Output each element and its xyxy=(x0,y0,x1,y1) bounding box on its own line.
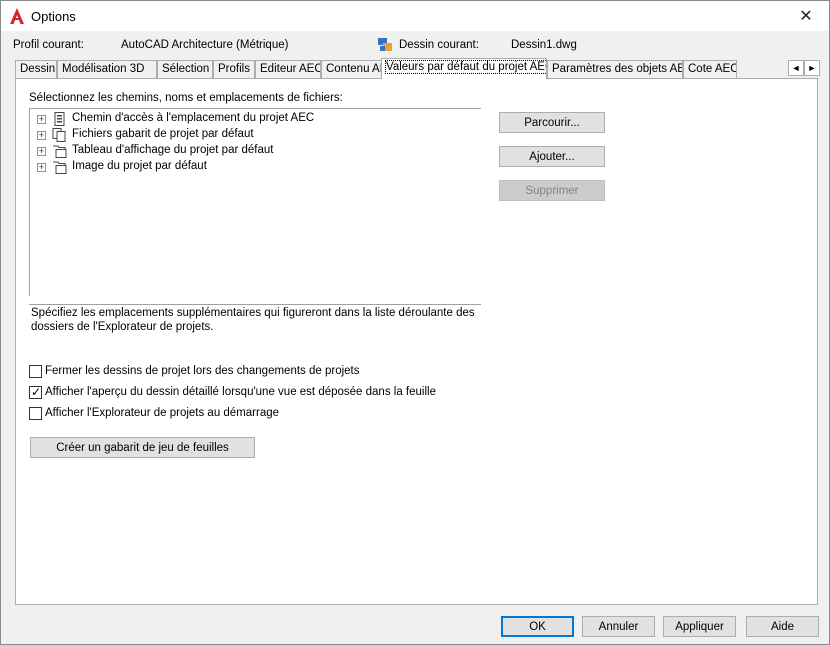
checkbox-box[interactable]: ✓ xyxy=(29,386,42,399)
tree-item-label: Fichiers gabarit de projet par défaut xyxy=(72,128,254,140)
tab-cote-aec[interactable]: Cote AEC xyxy=(683,60,737,78)
window-title: Options xyxy=(31,9,76,24)
tab-label: Sélection xyxy=(162,63,210,75)
tab-scroll-left-button[interactable]: ◄ xyxy=(788,60,804,76)
close-button[interactable]: ✕ xyxy=(783,1,829,31)
checkbox-show-detail-preview[interactable]: ✓ Afficher l'aperçu du dessin détaillé l… xyxy=(29,385,436,401)
tab-label: Paramètres des objets AEC xyxy=(552,63,683,75)
browse-button[interactable]: Parcourir... xyxy=(499,112,605,133)
apply-button[interactable]: Appliquer xyxy=(663,616,736,637)
tab-label: Dessin xyxy=(20,63,56,75)
tab-valeurs-projet-aec[interactable]: Valeurs par défaut du projet AEC xyxy=(381,58,547,79)
add-button[interactable]: Ajouter... xyxy=(499,146,605,167)
expand-icon[interactable]: + xyxy=(37,115,46,124)
tab-profils[interactable]: Profils xyxy=(213,60,255,78)
drawing-value: Dessin1.dwg xyxy=(511,39,577,51)
tree-item-label: Image du projet par défaut xyxy=(72,160,207,172)
checkbox-label: Afficher l'Explorateur de projets au dém… xyxy=(45,407,280,419)
tree-item-label: Tableau d'affichage du projet par défaut xyxy=(72,144,274,156)
tree-item-project-image[interactable]: + Image du projet par défaut xyxy=(30,159,480,175)
tab-label: Profils xyxy=(218,63,250,75)
expand-icon[interactable]: + xyxy=(37,147,46,156)
autocad-logo-icon xyxy=(10,8,24,24)
tree-item-label: Chemin d'accès à l'emplacement du projet… xyxy=(72,112,315,124)
tab-selection[interactable]: Sélection xyxy=(157,60,213,78)
tab-label: Cote AEC xyxy=(688,63,737,75)
checkbox-show-project-explorer[interactable]: Afficher l'Explorateur de projets au dém… xyxy=(29,406,309,422)
checkbox-close-drawings[interactable]: Fermer les dessins de projet lors des ch… xyxy=(29,364,369,380)
folder-path-icon xyxy=(54,112,65,126)
drawing-icon xyxy=(378,38,392,51)
paths-tree[interactable]: + Chemin d'accès à l'emplacement du proj… xyxy=(29,108,481,296)
expand-icon[interactable]: + xyxy=(37,131,46,140)
tree-item-bulletin-board[interactable]: + Tableau d'affichage du projet par défa… xyxy=(30,143,480,159)
checkbox-box[interactable] xyxy=(29,365,42,378)
description-text: Spécifiez les emplacements supplémentair… xyxy=(29,304,481,344)
project-image-icon xyxy=(53,161,67,174)
checkbox-box[interactable] xyxy=(29,407,42,420)
tab-label: Modélisation 3D xyxy=(62,63,145,75)
tab-parametres-objets-aec[interactable]: Paramètres des objets AEC xyxy=(547,60,683,78)
help-button[interactable]: Aide xyxy=(746,616,819,637)
tab-dessin[interactable]: Dessin xyxy=(15,60,57,78)
template-files-icon xyxy=(52,128,66,142)
tree-item-project-path[interactable]: + Chemin d'accès à l'emplacement du proj… xyxy=(30,111,480,127)
ok-button[interactable]: OK xyxy=(501,616,574,637)
tab-editeur-aec[interactable]: Editeur AEC xyxy=(255,60,321,78)
remove-button[interactable]: Supprimer xyxy=(499,180,605,201)
bulletin-board-icon xyxy=(53,145,67,158)
paths-label: Sélectionnez les chemins, noms et emplac… xyxy=(29,92,343,104)
title-bar: Options ✕ xyxy=(1,1,829,31)
profile-row: Profil courant: AutoCAD Architecture (Mé… xyxy=(1,39,829,53)
options-dialog: Options ✕ Profil courant: AutoCAD Archit… xyxy=(0,0,830,645)
tab-strip: Dessin Modélisation 3D Sélection Profils… xyxy=(15,58,785,79)
drawing-label: Dessin courant: xyxy=(399,39,479,51)
tab-label: Valeurs par défaut du projet AEC xyxy=(384,60,546,74)
profile-value: AutoCAD Architecture (Métrique) xyxy=(121,39,289,51)
tab-label: Editeur AEC xyxy=(260,63,321,75)
profile-label: Profil courant: xyxy=(13,39,84,51)
tab-scroll-right-button[interactable]: ► xyxy=(804,60,820,76)
tree-item-template-files[interactable]: + Fichiers gabarit de projet par défaut xyxy=(30,127,480,143)
create-sheet-template-button[interactable]: Créer un gabarit de jeu de feuilles xyxy=(30,437,255,458)
checkmark-icon: ✓ xyxy=(31,385,42,399)
checkbox-label: Fermer les dessins de projet lors des ch… xyxy=(45,365,360,377)
expand-icon[interactable]: + xyxy=(37,163,46,172)
tab-modelisation-3d[interactable]: Modélisation 3D xyxy=(57,60,157,78)
cancel-button[interactable]: Annuler xyxy=(582,616,655,637)
checkbox-label: Afficher l'aperçu du dessin détaillé lor… xyxy=(45,386,436,398)
